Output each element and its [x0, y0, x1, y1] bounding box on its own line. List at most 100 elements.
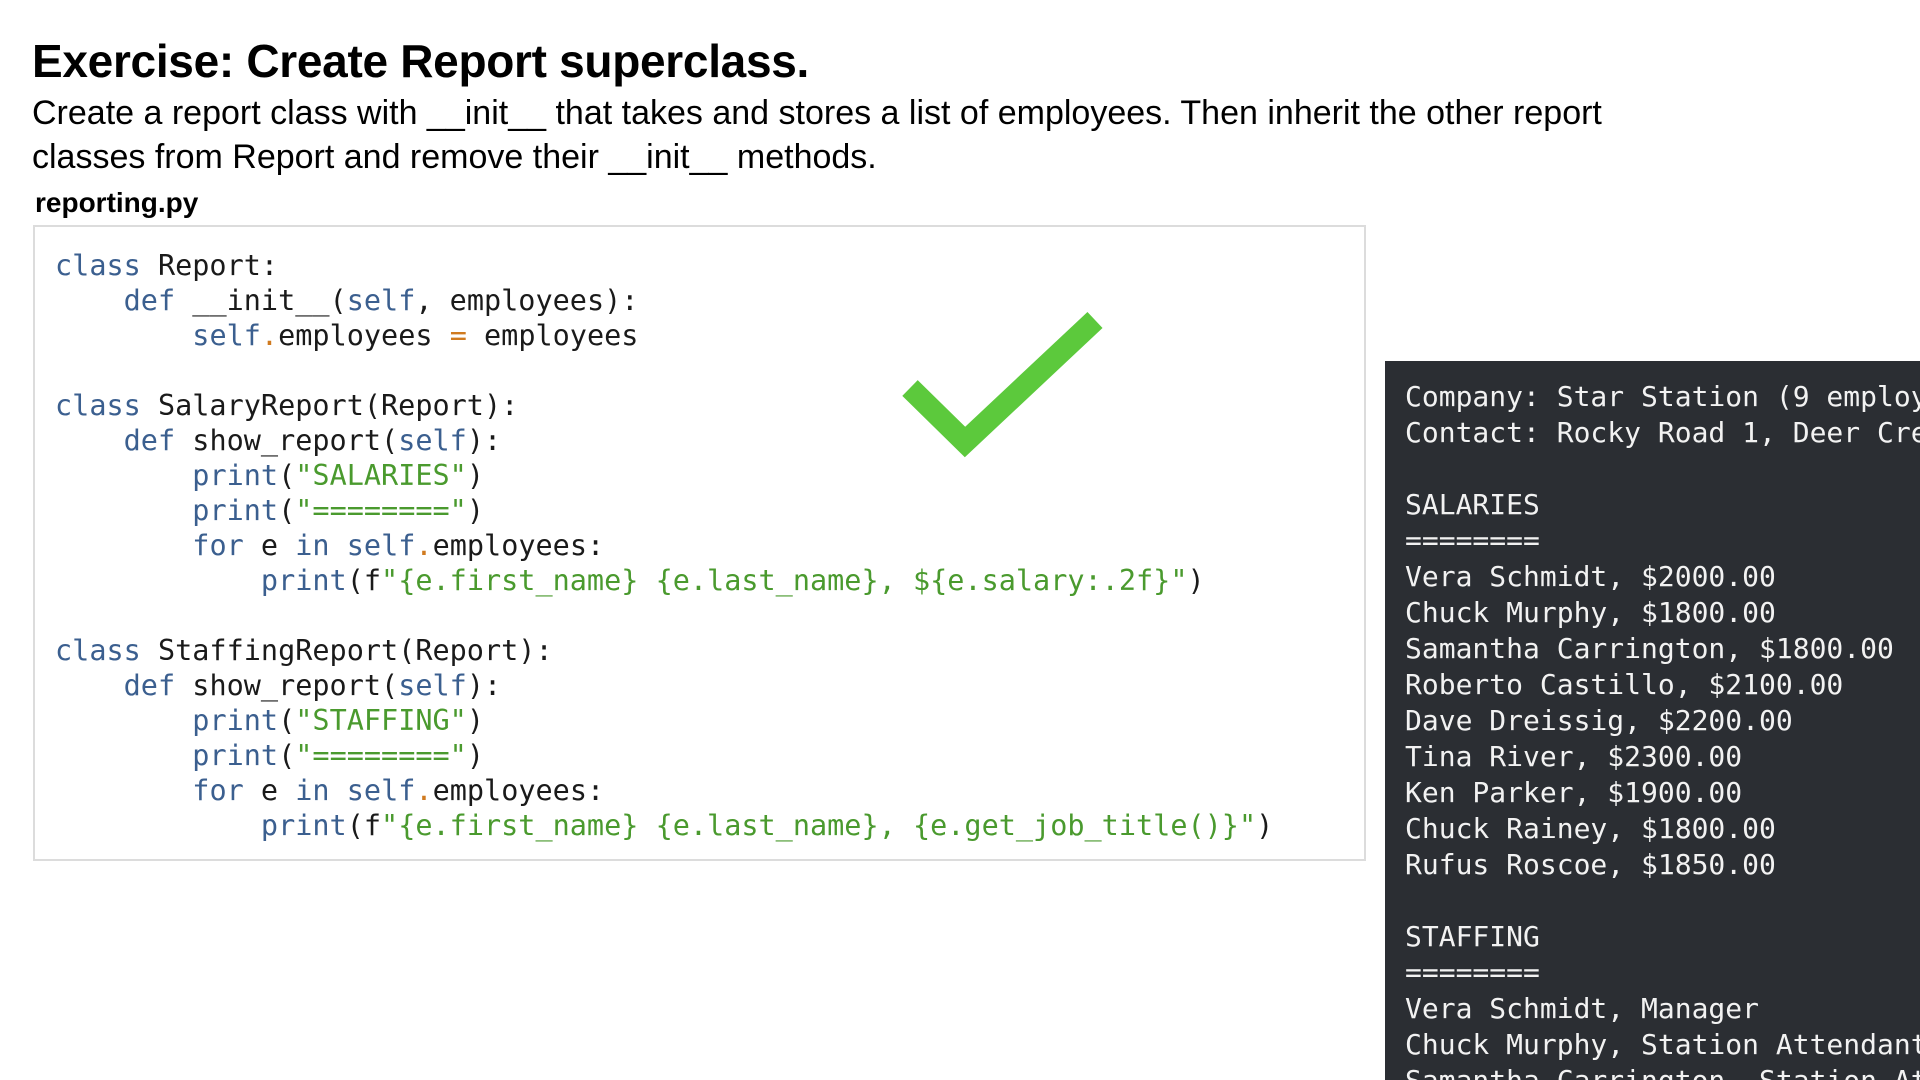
code-text: )	[466, 739, 485, 772]
code-keyword: for	[192, 529, 244, 562]
code-keyword: print	[260, 564, 347, 597]
terminal-line: Company: Star Station (9 employees)	[1405, 380, 1920, 413]
code-line: print("SALARIES")	[55, 458, 1273, 493]
code-operator: .	[415, 774, 433, 807]
code-line: print("========")	[55, 738, 1273, 773]
code-text: employees:	[432, 774, 605, 807]
code-operator: .	[415, 529, 433, 562]
code-text: show_report(	[175, 669, 399, 702]
code-text: __init__(	[175, 284, 347, 317]
terminal-line: Dave Dreissig, $2200.00	[1405, 704, 1793, 737]
code-keyword: class	[55, 249, 141, 282]
terminal-line: Chuck Murphy, $1800.00	[1405, 596, 1776, 629]
code-string: "{e.first_name} {e.last_name}, {e.get_jo…	[381, 809, 1257, 842]
code-text: (	[278, 704, 296, 737]
terminal-line: Roberto Castillo, $2100.00	[1405, 668, 1844, 701]
code-string: "SALARIES"	[295, 459, 467, 492]
code-filename: reporting.py	[35, 187, 199, 218]
terminal-line: Vera Schmidt, Manager	[1405, 992, 1760, 1025]
terminal-line: ========	[1405, 956, 1540, 989]
checkmark-icon	[902, 311, 1103, 458]
code-operator: =	[449, 319, 467, 352]
code-keyword: self	[398, 669, 467, 702]
code-text: (	[278, 739, 296, 772]
code-text: , employees):	[415, 284, 639, 317]
page-title: Exercise: Create Report superclass.	[32, 35, 810, 87]
code-text: )	[466, 494, 485, 527]
code-keyword: print	[192, 459, 279, 492]
code-keyword: class	[55, 389, 141, 422]
code-line: print(f"{e.first_name} {e.last_name}, {e…	[55, 808, 1273, 843]
code-keyword: self	[398, 424, 467, 457]
code-keyword: self	[346, 529, 416, 562]
code-keyword: def	[123, 424, 176, 457]
code-keyword: in	[295, 774, 330, 807]
code-text: )	[1256, 809, 1274, 842]
code-keyword: in	[295, 529, 330, 562]
terminal-line: STAFFING	[1405, 920, 1540, 953]
code-string: "{e.first_name} {e.last_name}, ${e.salar…	[381, 564, 1188, 597]
terminal-line: Rufus Roscoe, $1850.00	[1405, 848, 1776, 881]
code-operator: .	[260, 319, 279, 352]
code-text: employees	[466, 319, 639, 352]
code-line: class StaffingReport(Report):	[55, 633, 1273, 668]
code-text: show_report(	[175, 424, 399, 457]
code-text: StaffingReport(Report):	[140, 634, 553, 667]
code-line: print("========")	[55, 493, 1273, 528]
code-line: for e in self.employees:	[55, 528, 1273, 563]
code-string: "STAFFING"	[295, 704, 467, 737]
code-text: ):	[466, 424, 502, 457]
code-line: def show_report(self):	[55, 668, 1273, 703]
code-keyword: print	[192, 739, 279, 772]
code-keyword: print	[192, 494, 279, 527]
code-text: )	[1187, 564, 1205, 597]
code-line: class Report:	[55, 248, 1273, 283]
exercise-description: Create a report class with __init__ that…	[32, 94, 1602, 176]
terminal-line: Chuck Rainey, $1800.00	[1405, 812, 1776, 845]
terminal-output-panel: Company: Star Station (9 employees)Conta…	[1385, 361, 1920, 1080]
code-text: (	[278, 494, 296, 527]
terminal-line: Samantha Carrington, $1800.00	[1405, 632, 1894, 665]
terminal-output: Company: Star Station (9 employees)Conta…	[1405, 379, 1920, 1080]
code-keyword: self	[346, 774, 416, 807]
code-keyword: print	[192, 704, 279, 737]
code-keyword: for	[192, 774, 244, 807]
terminal-line: SALARIES	[1405, 488, 1540, 521]
terminal-line: Tina River, $2300.00	[1405, 740, 1743, 773]
terminal-line: Contact: Rocky Road 1, Deer Creek	[1405, 416, 1920, 449]
code-text: e	[243, 529, 296, 562]
code-keyword: def	[123, 669, 176, 702]
code-line: print("STAFFING")	[55, 703, 1273, 738]
code-text: (	[278, 459, 296, 492]
code-editor-panel: class Report: def __init__(self , employe…	[33, 225, 1366, 861]
code-line: for e in self.employees:	[55, 773, 1273, 808]
code-line: print(f"{e.first_name} {e.last_name}, ${…	[55, 563, 1273, 598]
code-keyword: def	[123, 284, 176, 317]
terminal-line: Chuck Murphy, Station Attendant	[1405, 1028, 1920, 1061]
code-string: "========"	[295, 494, 467, 527]
code-text: SalaryReport(Report):	[140, 389, 519, 422]
code-text: (f	[346, 809, 382, 842]
code-text: )	[466, 459, 485, 492]
code-text: e	[243, 774, 296, 807]
code-text: Report:	[140, 249, 279, 282]
code-text: employees	[278, 319, 450, 352]
code-text: ):	[466, 669, 502, 702]
terminal-line: ========	[1405, 524, 1540, 557]
code-keyword: class	[55, 634, 141, 667]
